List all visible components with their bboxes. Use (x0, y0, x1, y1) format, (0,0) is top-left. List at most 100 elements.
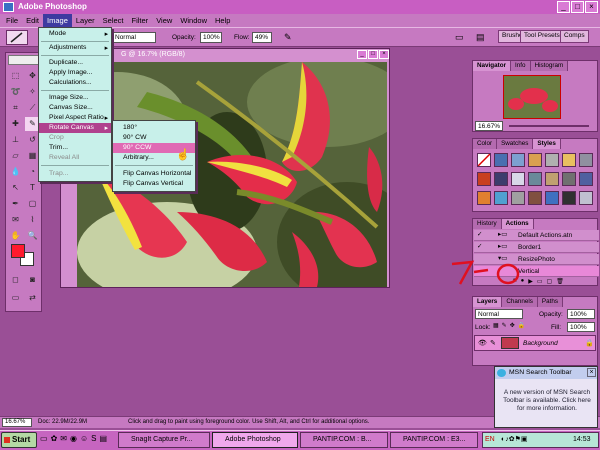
style-swatch[interactable] (545, 172, 559, 186)
tab-color[interactable]: Color (473, 139, 498, 149)
tray-icons[interactable]: ◐♪✿⚑▣ (501, 435, 527, 443)
tab-paths[interactable]: Paths (537, 297, 564, 307)
desktop-icon[interactable]: ▭ (40, 434, 48, 443)
task-photoshop[interactable]: Adobe Photoshop (212, 432, 298, 448)
eraser-tool-icon[interactable]: ▱ (8, 149, 23, 163)
menu-item-duplicate[interactable]: Duplicate... (39, 58, 111, 68)
task-pantip-1[interactable]: PANTIP.COM : B... (300, 432, 388, 448)
imageready-icon[interactable]: ⇄ (25, 291, 40, 305)
stamp-tool-icon[interactable]: ⊥ (8, 133, 23, 147)
messenger-icon[interactable]: ☺ (80, 434, 88, 443)
status-doc-size[interactable]: Doc: 22.9M/22.9M (38, 419, 87, 425)
tab-layers[interactable]: Layers (473, 297, 503, 307)
maximize-button[interactable]: □ (571, 1, 584, 13)
menu-view[interactable]: View (152, 14, 176, 27)
tool-preset-picker[interactable] (6, 30, 28, 45)
file-browser-icon[interactable]: ▭ (455, 32, 465, 43)
menu-window[interactable]: Window (176, 14, 211, 27)
msn-close-button[interactable]: × (587, 368, 596, 377)
menu-item-adjustments[interactable]: Adjustments ▸ (39, 43, 111, 53)
play-icon[interactable]: ▶ (528, 278, 533, 286)
menu-select[interactable]: Select (99, 14, 128, 27)
minimize-button[interactable]: _ (557, 1, 570, 13)
lock-all-icon[interactable]: 🔒 (518, 322, 525, 329)
photoshop-app-icon[interactable] (3, 2, 14, 12)
standard-mode-icon[interactable]: ◻ (8, 273, 23, 287)
mail-icon[interactable]: ✉ (60, 434, 67, 443)
navigator-zoom-slider[interactable] (509, 125, 589, 127)
fill-field[interactable]: 100% (567, 322, 595, 332)
tab-actions[interactable]: Actions (501, 219, 534, 229)
style-swatch[interactable] (562, 153, 576, 167)
tab-navigator[interactable]: Navigator (473, 61, 512, 71)
status-zoom-field[interactable]: 16.67% (2, 418, 32, 427)
checkmark-icon[interactable]: ✓ (477, 242, 482, 250)
checkmark-icon[interactable]: ✓ (477, 230, 482, 238)
style-swatch[interactable] (579, 172, 593, 186)
menu-item-image-size[interactable]: Image Size... (39, 93, 111, 103)
menu-item-pixel-aspect-ratio[interactable]: Pixel Aspect Ratio ▸ (39, 113, 111, 123)
media-icon[interactable]: ◉ (70, 434, 77, 443)
msn-message[interactable]: A new version of MSN Search Toolbar is a… (499, 389, 595, 413)
lasso-tool-icon[interactable]: ➰ (8, 85, 23, 99)
notes-tool-icon[interactable]: ✉ (8, 213, 23, 227)
menu-edit[interactable]: Edit (22, 14, 43, 27)
opacity-field[interactable]: 100% (200, 32, 222, 43)
style-swatch[interactable] (511, 153, 525, 167)
language-indicator[interactable]: EN (485, 436, 495, 443)
menu-item-trim[interactable]: Trim... (39, 143, 111, 153)
tab-styles[interactable]: Styles (533, 139, 561, 149)
tool-presets-well-tab[interactable]: Tool Presets (520, 30, 564, 43)
style-swatch[interactable] (494, 153, 508, 167)
tab-histogram[interactable]: Histogram (530, 61, 569, 71)
task-snagit[interactable]: SnagIt Capture Pr... (118, 432, 210, 448)
path-select-icon[interactable]: ↖ (8, 181, 23, 195)
submenu-item-90-cw[interactable]: 90° CW (113, 133, 195, 143)
menu-image[interactable]: Image (43, 14, 72, 27)
style-swatch[interactable] (545, 191, 559, 205)
submenu-item-flip-vertical[interactable]: Flip Canvas Vertical (113, 179, 195, 189)
navigator-zoom-field[interactable]: 16.67% (475, 121, 503, 131)
eyedropper-icon[interactable]: ⌇ (25, 213, 40, 227)
style-swatch[interactable] (511, 191, 525, 205)
style-swatch[interactable] (494, 191, 508, 205)
menu-layer[interactable]: Layer (72, 14, 99, 27)
blend-mode-select[interactable]: Normal (475, 309, 523, 319)
shape-tool-icon[interactable]: ▢ (25, 197, 40, 211)
zoom-tool-icon[interactable]: 🔍 (25, 229, 40, 243)
quick-mask-icon[interactable]: ◙ (25, 273, 40, 287)
mode-select[interactable]: Normal (112, 32, 156, 43)
doc-minimize-button[interactable]: _ (357, 50, 367, 59)
type-tool-icon[interactable]: T (25, 181, 40, 195)
hand-tool-icon[interactable]: ✋ (8, 229, 23, 243)
screen-mode-icon[interactable]: ▭ (8, 291, 23, 305)
msn-icon[interactable]: ✿ (51, 434, 58, 443)
comps-well-tab[interactable]: Comps (560, 30, 589, 43)
style-swatch-none[interactable] (477, 153, 491, 167)
menu-item-calculations[interactable]: Calculations... (39, 78, 111, 88)
tab-swatches[interactable]: Swatches (497, 139, 534, 149)
foreground-color-swatch[interactable] (11, 244, 25, 258)
action-set-row[interactable]: ✓ ▸▭ Default Actions.atn (474, 230, 599, 241)
new-set-icon[interactable]: ▭ (537, 278, 543, 286)
healing-brush-icon[interactable]: ✚ (8, 117, 23, 131)
style-swatch[interactable] (494, 172, 508, 186)
lock-position-icon[interactable]: ✥ (510, 322, 515, 329)
style-swatch[interactable] (562, 172, 576, 186)
msn-notification[interactable]: MSN Search Toolbar × A new version of MS… (494, 366, 598, 428)
lock-transparency-icon[interactable]: ▦ (493, 322, 499, 329)
layer-row-background[interactable]: 👁 ✎ Background 🔒 (474, 335, 596, 351)
submenu-item-flip-horizontal[interactable]: Flip Canvas Horizontal (113, 169, 195, 179)
marquee-tool-icon[interactable]: ⬚ (8, 69, 23, 83)
style-swatch[interactable] (511, 172, 525, 186)
lock-image-icon[interactable]: ✎ (502, 322, 507, 329)
pen-tool-icon[interactable]: ✒ (8, 197, 23, 211)
start-button[interactable]: Start (1, 432, 37, 448)
blur-tool-icon[interactable]: 💧 (8, 165, 23, 179)
skype-icon[interactable]: S (91, 434, 96, 443)
style-swatch[interactable] (477, 172, 491, 186)
style-swatch[interactable] (562, 191, 576, 205)
menu-item-canvas-size[interactable]: Canvas Size... (39, 103, 111, 113)
eye-icon[interactable]: 👁 (478, 339, 487, 347)
tab-history[interactable]: History (473, 219, 502, 229)
